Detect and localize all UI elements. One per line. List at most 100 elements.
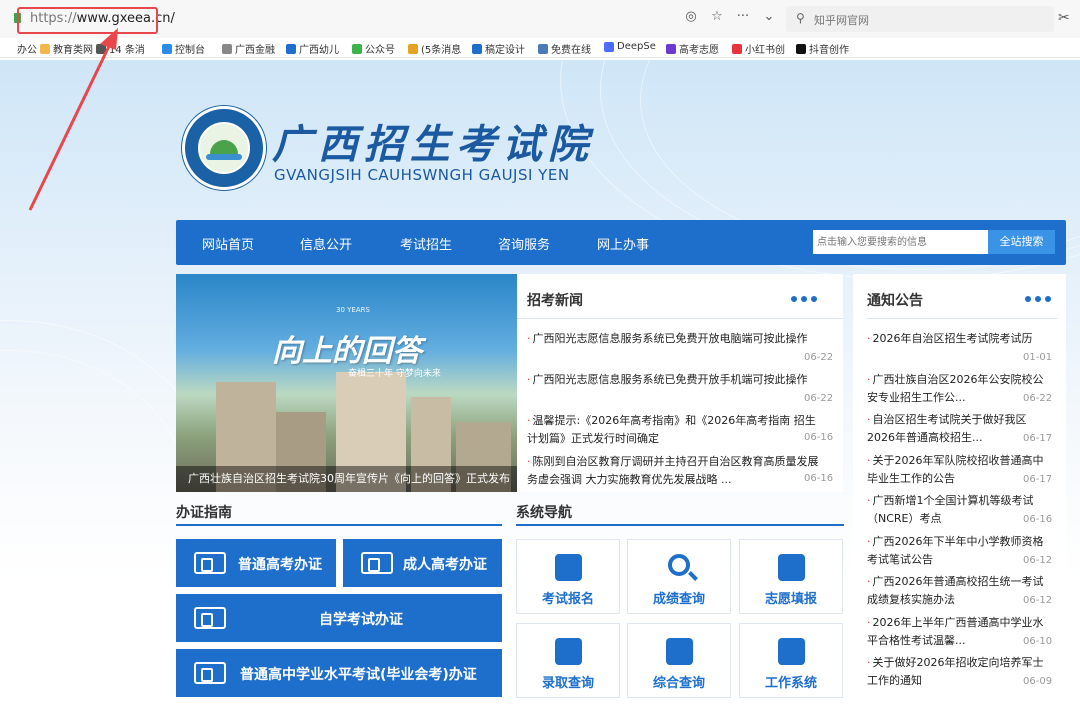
bookmark-favicon-icon [352,43,362,54]
bookmark-favicon-icon [796,43,806,54]
scissors-icon[interactable]: ✂ [1058,10,1070,26]
site-emblem-logo[interactable] [182,106,266,190]
bookmark-favicon-icon [40,43,50,54]
bookmark-item[interactable]: (5条消息 [408,41,461,56]
browser-search-placeholder: 知乎网官网 [814,14,869,27]
news-item[interactable]: · 广西阳光志愿信息服务系统已免费开放电脑端可按此操作 [527,330,833,348]
bookmark-item[interactable]: 小红书创 [732,41,785,56]
volunteer-fill-label: 志愿填报 [764,592,817,607]
calendar-check-icon [555,638,582,665]
bullet-icon: · [867,575,871,588]
notice-date: 01-01 [1023,352,1053,363]
work-system-tile[interactable]: 工作系统 [739,623,843,698]
notice-date: 06-17 [1023,433,1053,444]
bookmark-favicon-icon [96,43,106,54]
sysnav-title: 系统导航 [516,505,572,521]
browser-address-bar: https://www.gxeea.cn/ ◎ ☆ ··· ⌄ ⚲ 知乎网官网 … [0,0,1080,38]
chevron-down-icon[interactable]: ⌄ [762,9,776,24]
admission-query-tile[interactable]: 录取查询 [516,623,620,698]
notice-date: 06-16 [1023,514,1053,525]
bookmark-item[interactable]: 教育类网 [40,41,93,56]
recruit-news-panel: 招考新闻 · 广西阳光志愿信息服务系统已免费开放电脑端可按此操作 06-22 · 广西阳… [517,274,843,492]
bookmark-favicon-icon [162,43,172,54]
bookmark-label: (5条消息 [421,45,462,56]
bookmark-item[interactable]: 免费在线 [538,41,591,56]
exam-signup-tile[interactable]: 考试报名 [516,539,620,614]
id-card-icon [194,552,226,574]
banner-slogan: 向上的回答 [272,334,422,369]
notice-title: 通知公告 [867,293,923,309]
web-page: 广西招生考试院 GVANGJSIH CAUHSWNGH GAUJSI YEN 网… [0,60,1080,708]
bookmark-item[interactable]: 控制台 [162,41,205,56]
bookmark-favicon-icon [604,41,614,52]
banner-caption[interactable]: 广西壮族自治区招生考试院30周年宣传片《向上的回答》正式发布 [176,466,517,492]
general-query-label: 综合查询 [652,676,705,691]
bookmark-favicon-icon [222,43,232,54]
academic-test-cert-label: 普通高中学业水平考试(毕业会考)办证 [240,667,477,683]
bookmark-item[interactable]: 公众号 [352,41,395,56]
sliders-icon [778,638,805,665]
grid-search-icon [666,638,693,665]
bookmark-label: 14 条消 [109,45,145,56]
bookmark-item[interactable]: 14 条消 [96,41,145,56]
id-card-icon [361,552,393,574]
volunteer-fill-tile[interactable]: 志愿填报 [739,539,843,614]
bookmark-item[interactable]: 广西金融 [222,41,275,56]
bullet-icon: · [867,494,871,507]
site-search-input[interactable] [813,230,988,254]
nav-info-public[interactable]: 信息公开 [300,234,352,253]
bullet-icon: · [527,414,531,427]
nav-consult[interactable]: 咨询服务 [498,234,550,253]
news-date: 06-16 [804,432,834,443]
search-icon: ⚲ [796,11,805,25]
banner-carousel[interactable]: 30 YEARS 向上的回答 奋楫三十年 守梦向未来 广西壮族自治区招生考试院3… [176,274,517,492]
bullet-icon: · [867,534,871,548]
notice-text: 考试笔试公告 [867,552,933,566]
bookmark-item[interactable]: 办公 [4,41,37,56]
bookmark-favicon-icon [538,43,548,54]
star-icon[interactable]: ☆ [710,9,724,24]
news-item[interactable]: · 广西阳光志愿信息服务系统已免费开放手机端可按此操作 [527,371,833,389]
nav-home[interactable]: 网站首页 [202,234,254,253]
edit-icon [778,554,805,581]
bookmark-favicon-icon [408,43,418,54]
more-icon[interactable]: ··· [736,9,750,24]
bookmark-label: 稿定设计 [485,45,525,56]
guide-title: 办证指南 [176,505,232,521]
bullet-icon: · [867,453,871,467]
bookmark-item[interactable]: 广西幼儿 [286,41,339,56]
self-study-cert-button[interactable]: 自学考试办证 [176,594,502,642]
news-item[interactable]: · 陈刚到自治区教育厅调研并主持召开自治区教育高质量发展 务虚会强调 大力实施教育优… [527,453,833,489]
id-card-icon [194,662,226,684]
bookmark-item[interactable]: 高考志愿 [666,41,719,56]
bookmark-label: DeepSe [617,41,656,52]
bookmark-label: 抖音创作 [809,45,849,56]
gaokao-cert-button[interactable]: 普通高考办证 [176,539,336,587]
bookmark-item[interactable]: 抖音创作 [796,41,849,56]
news-date: 06-22 [804,352,834,363]
bookmark-item[interactable]: 稿定设计 [472,41,525,56]
academic-test-cert-button[interactable]: 普通高中学业水平考试(毕业会考)办证 [176,649,502,697]
news-text: 计划篇》正式发行时间确定 [527,432,659,445]
news-text: 务虚会强调 大力实施教育优先发展战略 ... [527,473,732,486]
nav-exam-enrollment[interactable]: 考试招生 [400,234,452,253]
nav-online-service[interactable]: 网上办事 [597,234,649,253]
bookmark-label: 小红书创 [745,45,785,56]
adult-exam-cert-button[interactable]: 成人高考办证 [343,539,502,587]
notice-item[interactable]: · 2026年自治区招生考试院考试历 [867,330,1063,348]
more-icon[interactable] [791,296,817,302]
score-query-tile[interactable]: 成绩查询 [627,539,731,614]
news-date: 06-22 [804,393,834,404]
recruit-news-title: 招考新闻 [527,293,583,309]
bookmark-label: 广西金融 [235,45,275,56]
location-icon[interactable]: ◎ [684,9,698,24]
notice-text: 成绩复核实施办法 [867,593,955,606]
news-text: 广西阳光志愿信息服务系统已免费开放手机端可按此操作 [532,373,808,386]
browser-search-box[interactable]: ⚲ 知乎网官网 [786,6,1054,32]
general-query-tile[interactable]: 综合查询 [627,623,731,698]
news-item[interactable]: · 温馨提示:《2026年高考指南》和《2026年高考指南 招生 计划篇》正式发行时… [527,412,833,448]
notice-text: 2026年上半年广西普通高中学业水 [872,615,1044,629]
bookmark-item[interactable]: DeepSe [604,41,656,52]
more-icon[interactable] [1025,296,1051,302]
site-search-button[interactable]: 全站搜索 [988,230,1055,254]
